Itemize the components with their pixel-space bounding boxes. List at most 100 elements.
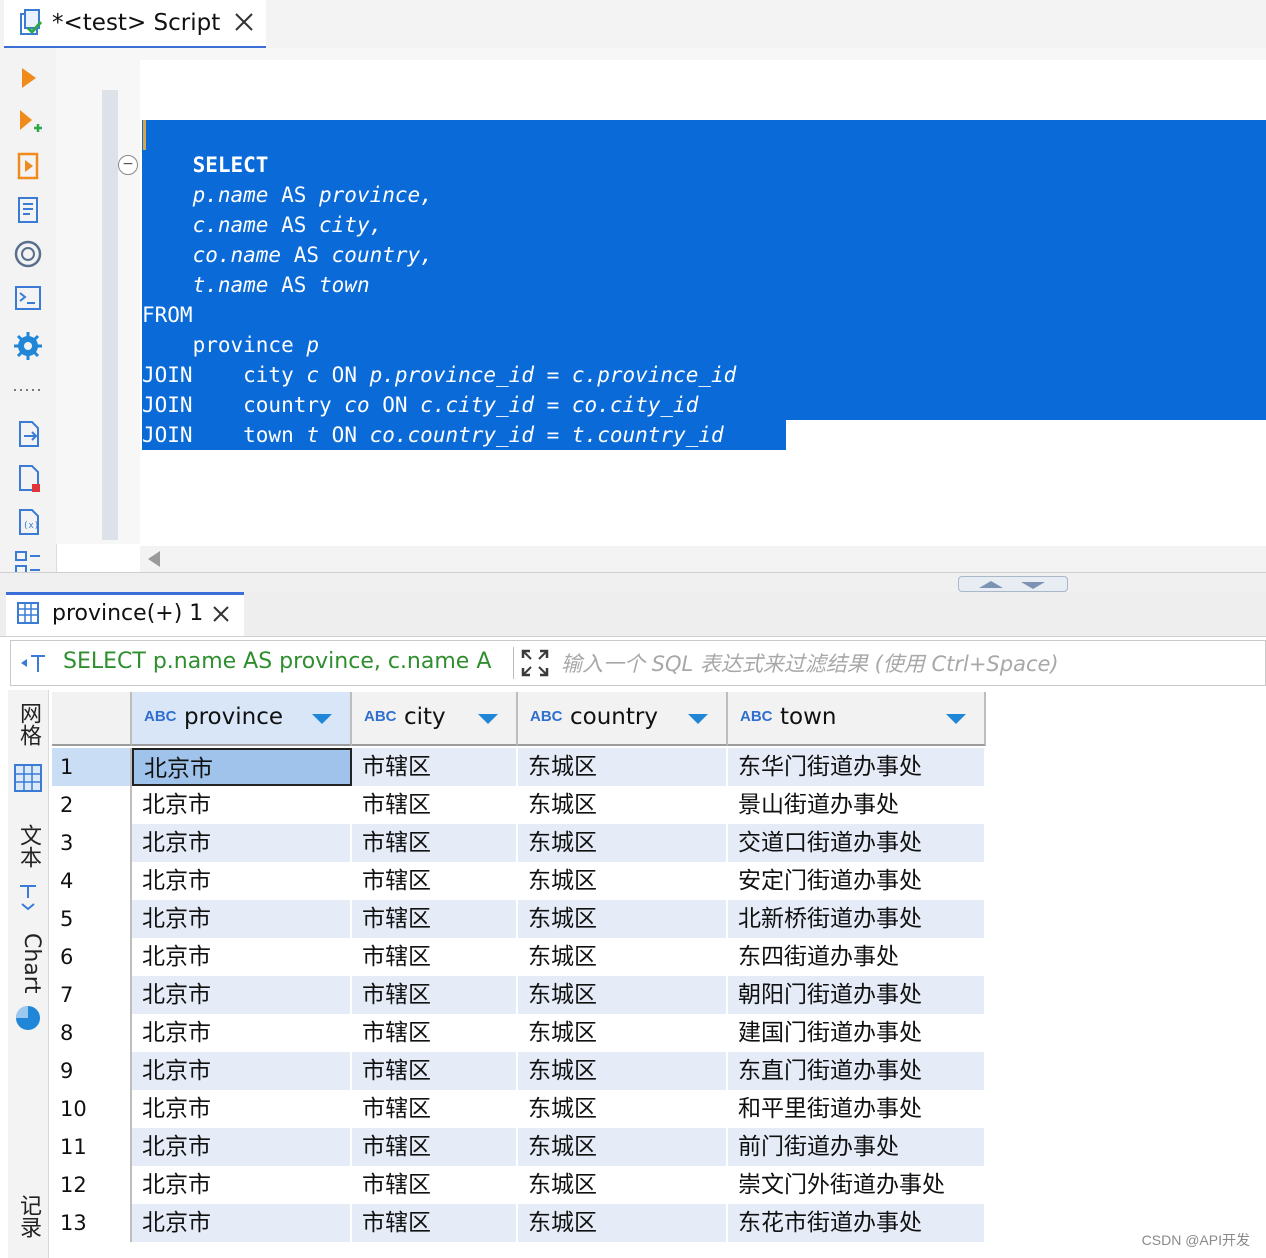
text-view-icon[interactable] xyxy=(16,882,40,912)
scroll-left-arrow-icon[interactable] xyxy=(148,551,160,567)
table-cell-country[interactable]: 东城区 xyxy=(518,1128,728,1166)
close-icon[interactable] xyxy=(232,10,256,34)
table-cell-province[interactable]: 北京市 xyxy=(132,1014,352,1052)
table-row[interactable]: 9 北京市 市辖区 东城区 东直门街道办事处 xyxy=(52,1052,986,1090)
row-number[interactable]: 11 xyxy=(52,1128,132,1166)
table-cell-country[interactable]: 东城区 xyxy=(518,976,728,1014)
new-file-icon[interactable] xyxy=(10,460,46,496)
table-cell-town[interactable]: 建国门街道办事处 xyxy=(728,1014,986,1052)
row-number[interactable]: 4 xyxy=(52,862,132,900)
play-icon[interactable] xyxy=(10,60,46,96)
table-row[interactable]: 8 北京市 市辖区 东城区 建国门街道办事处 xyxy=(52,1014,986,1052)
column-header-city[interactable]: ABC city xyxy=(352,692,518,746)
table-cell-province[interactable]: 北京市 xyxy=(132,824,352,862)
table-cell-province[interactable]: 北京市 xyxy=(132,1204,352,1242)
table-cell-country[interactable]: 东城区 xyxy=(518,1090,728,1128)
table-cell-town[interactable]: 北新桥街道办事处 xyxy=(728,900,986,938)
table-cell-city[interactable]: 市辖区 xyxy=(352,824,518,862)
table-cell-city[interactable]: 市辖区 xyxy=(352,862,518,900)
table-row[interactable]: 1 北京市 市辖区 东城区 东华门街道办事处 xyxy=(52,748,986,786)
table-cell-province[interactable]: 北京市 xyxy=(132,862,352,900)
row-number[interactable]: 9 xyxy=(52,1052,132,1090)
explain-plan-icon[interactable] xyxy=(10,192,46,228)
tab-result-province[interactable]: province(+) 1 xyxy=(6,592,244,636)
table-row[interactable]: 10 北京市 市辖区 东城区 和平里街道办事处 xyxy=(52,1090,986,1128)
table-row[interactable]: 3 北京市 市辖区 东城区 交道口街道办事处 xyxy=(52,824,986,862)
table-cell-country[interactable]: 东城区 xyxy=(518,1014,728,1052)
tab-script[interactable]: *<test> Script xyxy=(4,0,266,49)
sql-filter-icon[interactable] xyxy=(19,651,49,675)
run-script-icon[interactable] xyxy=(10,148,46,184)
table-cell-country[interactable]: 东城区 xyxy=(518,1052,728,1090)
ai-assistant-icon[interactable] xyxy=(10,236,46,272)
table-cell-country[interactable]: 东城区 xyxy=(518,824,728,862)
table-cell-province[interactable]: 北京市 xyxy=(132,1128,352,1166)
table-cell-province[interactable]: 北京市 xyxy=(132,900,352,938)
table-cell-town[interactable]: 交道口街道办事处 xyxy=(728,824,986,862)
row-number[interactable]: 8 xyxy=(52,1014,132,1052)
table-cell-town[interactable]: 东直门街道办事处 xyxy=(728,1052,986,1090)
table-cell-city[interactable]: 市辖区 xyxy=(352,786,518,824)
fold-collapse-icon[interactable]: − xyxy=(118,155,138,175)
table-cell-country[interactable]: 东城区 xyxy=(518,1204,728,1242)
tab-grid-view[interactable]: 网格 xyxy=(12,694,44,754)
row-number[interactable]: 10 xyxy=(52,1090,132,1128)
row-number[interactable]: 3 xyxy=(52,824,132,862)
variables-icon[interactable]: (x) xyxy=(10,504,46,540)
row-number[interactable]: 7 xyxy=(52,976,132,1014)
table-cell-town[interactable]: 和平里街道办事处 xyxy=(728,1090,986,1128)
table-row[interactable]: 7 北京市 市辖区 东城区 朝阳门街道办事处 xyxy=(52,976,986,1014)
table-cell-town[interactable]: 东花市街道办事处 xyxy=(728,1204,986,1242)
table-row[interactable]: 2 北京市 市辖区 东城区 景山街道办事处 xyxy=(52,786,986,824)
table-cell-province[interactable]: 北京市 xyxy=(132,786,352,824)
table-cell-town[interactable]: 朝阳门街道办事处 xyxy=(728,976,986,1014)
tab-text-view[interactable]: 文本 xyxy=(12,816,44,876)
table-cell-town[interactable]: 景山街道办事处 xyxy=(728,786,986,824)
table-cell-city[interactable]: 市辖区 xyxy=(352,1204,518,1242)
table-cell-province[interactable]: 北京市 xyxy=(132,976,352,1014)
table-cell-country[interactable]: 东城区 xyxy=(518,938,728,976)
table-cell-city[interactable]: 市辖区 xyxy=(352,938,518,976)
table-cell-country[interactable]: 东城区 xyxy=(518,1166,728,1204)
column-header-country[interactable]: ABC country xyxy=(518,692,728,746)
table-cell-city[interactable]: 市辖区 xyxy=(352,1052,518,1090)
terminal-icon[interactable] xyxy=(10,280,46,316)
settings-gear-icon[interactable] xyxy=(10,328,46,364)
column-header-province[interactable]: ABC province xyxy=(132,692,352,746)
filter-input[interactable] xyxy=(559,645,1263,683)
row-number[interactable]: 13 xyxy=(52,1204,132,1242)
row-number[interactable]: 1 xyxy=(52,748,132,786)
table-cell-town[interactable]: 前门街道办事处 xyxy=(728,1128,986,1166)
table-cell-city[interactable]: 市辖区 xyxy=(352,900,518,938)
table-row[interactable]: 13 北京市 市辖区 东城区 东花市街道办事处 xyxy=(52,1204,986,1242)
table-cell-province[interactable]: 北京市 xyxy=(132,748,352,786)
table-row[interactable]: 6 北京市 市辖区 东城区 东四街道办事处 xyxy=(52,938,986,976)
table-cell-city[interactable]: 市辖区 xyxy=(352,748,518,786)
table-cell-province[interactable]: 北京市 xyxy=(132,1090,352,1128)
sort-dropdown-icon[interactable] xyxy=(688,714,708,724)
table-cell-city[interactable]: 市辖区 xyxy=(352,1166,518,1204)
grid-corner[interactable] xyxy=(52,692,132,746)
table-cell-province[interactable]: 北京市 xyxy=(132,938,352,976)
grid-view-icon[interactable] xyxy=(12,762,44,794)
panel-splitter[interactable] xyxy=(0,572,1266,593)
table-cell-city[interactable]: 市辖区 xyxy=(352,1090,518,1128)
table-row[interactable]: 12 北京市 市辖区 东城区 崇文门外街道办事处 xyxy=(52,1166,986,1204)
row-number[interactable]: 2 xyxy=(52,786,132,824)
close-icon[interactable] xyxy=(210,603,232,625)
sort-dropdown-icon[interactable] xyxy=(312,714,332,724)
table-cell-country[interactable]: 东城区 xyxy=(518,786,728,824)
table-cell-city[interactable]: 市辖区 xyxy=(352,1128,518,1166)
sort-dropdown-icon[interactable] xyxy=(478,714,498,724)
table-cell-province[interactable]: 北京市 xyxy=(132,1052,352,1090)
more-dots-icon[interactable] xyxy=(10,372,46,408)
table-cell-province[interactable]: 北京市 xyxy=(132,1166,352,1204)
row-number[interactable]: 6 xyxy=(52,938,132,976)
table-row[interactable]: 4 北京市 市辖区 东城区 安定门街道办事处 xyxy=(52,862,986,900)
sort-dropdown-icon[interactable] xyxy=(946,714,966,724)
row-number[interactable]: 12 xyxy=(52,1166,132,1204)
tab-record-view[interactable]: 记录 xyxy=(12,1186,44,1246)
row-number[interactable]: 5 xyxy=(52,900,132,938)
table-cell-town[interactable]: 东华门街道办事处 xyxy=(728,748,986,786)
export-icon[interactable] xyxy=(10,416,46,452)
